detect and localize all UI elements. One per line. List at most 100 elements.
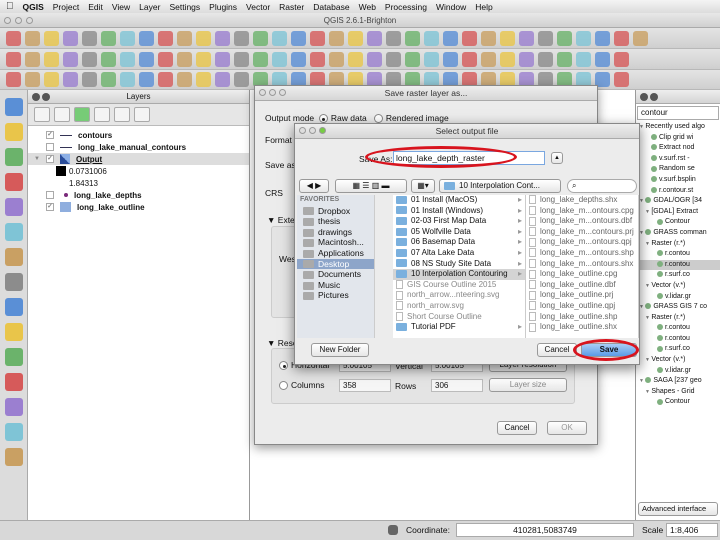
favorite-macintosh[interactable]: Macintosh... — [297, 237, 374, 248]
menu-database[interactable]: Database — [313, 2, 349, 12]
menu-window[interactable]: Window — [436, 2, 466, 12]
layer-size-button[interactable]: Layer size — [489, 378, 567, 392]
render-toggle-icon[interactable] — [388, 525, 398, 535]
provider-group[interactable]: ▼ Vector (v.*) — [636, 355, 720, 366]
toolbar-tool-icon[interactable] — [595, 51, 610, 67]
close-panel-icon[interactable] — [32, 93, 40, 101]
location-popup[interactable]: 10 Interpolation Cont... — [439, 179, 561, 193]
horizontal-radio[interactable] — [279, 361, 288, 371]
zoom-window-button[interactable] — [26, 17, 33, 24]
raw-data-radio[interactable] — [318, 114, 328, 124]
toolbar-tool-icon[interactable] — [44, 51, 59, 67]
file-list-item[interactable]: long_lake_outline.dbf — [526, 280, 638, 291]
folder-list-item[interactable]: 06 Basemap Data ▸ — [393, 237, 525, 248]
toolbar-tool-icon[interactable] — [557, 30, 572, 46]
toolbar-tool-icon[interactable] — [6, 30, 21, 46]
folder-list-item[interactable]: 01 Install (MacOS) ▸ — [393, 195, 525, 206]
toolbar-tool-icon[interactable] — [367, 30, 382, 46]
toolbar-tool-icon[interactable] — [158, 51, 173, 67]
toolbar-tool-icon[interactable] — [272, 30, 287, 46]
menu-plugins[interactable]: Plugins — [209, 2, 237, 12]
toolbar-tool-icon[interactable] — [253, 51, 268, 67]
folder-list-item[interactable]: 10 Interpolation Contouring ▸ — [393, 269, 525, 280]
toolbar-tool-icon[interactable] — [44, 30, 59, 46]
add-mssql-layer-icon[interactable] — [4, 198, 23, 216]
toolbar-tool-icon[interactable] — [196, 51, 211, 67]
file-list-item[interactable]: long_lake_depths.shx — [526, 195, 638, 206]
expand-all-icon[interactable] — [94, 107, 110, 122]
toolbar-tool-icon[interactable] — [196, 72, 211, 87]
layer-visibility-checkbox[interactable] — [46, 191, 54, 199]
expand-arrow-icon[interactable]: ▼ — [34, 156, 40, 162]
toolbar-tool-icon[interactable] — [500, 30, 515, 46]
favorite-applications[interactable]: Applications — [297, 248, 374, 259]
toolbar-tool-icon[interactable] — [63, 51, 78, 67]
toolbar-tool-icon[interactable] — [329, 51, 344, 67]
search-input[interactable]: ⌕ — [567, 179, 637, 193]
toolbar-tool-icon[interactable] — [158, 72, 173, 87]
toolbar-tool-icon[interactable] — [177, 51, 192, 67]
folder-list-item[interactable]: 01 Install (Windows) ▸ — [393, 206, 525, 217]
add-oracle-layer-icon[interactable] — [4, 398, 23, 416]
algorithm-item[interactable]: v.lidar.gr — [636, 366, 720, 377]
toolbar-tool-icon[interactable] — [234, 51, 249, 67]
provider-group[interactable]: ▼ Raster (r.*) — [636, 239, 720, 250]
favorite-music[interactable]: Music — [297, 280, 374, 291]
toolbar-tool-icon[interactable] — [101, 30, 116, 46]
folder-list-item[interactable]: 02-03 First Map Data ▸ — [393, 216, 525, 227]
menu-qgis[interactable]: QGIS — [23, 2, 44, 12]
toolbar-tool-icon[interactable] — [101, 72, 116, 87]
toolbar-tool-icon[interactable] — [633, 30, 648, 46]
toolbar-tool-icon[interactable] — [348, 51, 363, 67]
layer-visibility-checkbox[interactable] — [46, 143, 54, 151]
toolbar-tool-icon[interactable] — [443, 30, 458, 46]
layer-visibility-checkbox[interactable]: ✓ — [46, 203, 54, 211]
algorithm-item[interactable]: Contour — [636, 217, 720, 228]
file-list-item[interactable]: long_lake_m...contours.prj — [526, 227, 638, 238]
advanced-interface-button[interactable]: Advanced interface — [638, 502, 718, 516]
float-panel-icon[interactable] — [42, 93, 50, 101]
layer-item[interactable]: long_lake_manual_contours — [28, 141, 249, 153]
collapse-browser-button[interactable]: ▲ — [551, 152, 563, 164]
new-shapefile-icon[interactable] — [4, 348, 23, 366]
provider-group[interactable]: ▼ Recently used algo — [636, 122, 720, 133]
file-list-item[interactable]: long_lake_m...ontours.shp — [526, 248, 638, 259]
cancel-button[interactable]: Cancel — [537, 343, 577, 357]
apple-icon[interactable]:  — [6, 1, 14, 12]
add-wms-layer-icon[interactable] — [4, 223, 23, 241]
toolbar-tool-icon[interactable] — [329, 30, 344, 46]
rendered-image-radio[interactable] — [373, 114, 383, 124]
toolbar-tool-icon[interactable] — [25, 72, 40, 87]
menu-layer[interactable]: Layer — [139, 2, 160, 12]
arrange-menu-button[interactable]: ▦▾ — [411, 179, 435, 193]
menu-web[interactable]: Web — [359, 2, 376, 12]
file-list-item[interactable]: long_lake_outline.shp — [526, 312, 638, 323]
toolbar-tool-icon[interactable] — [576, 51, 591, 67]
layer-item[interactable]: long_lake_depths — [28, 189, 249, 201]
toolbar-tool-icon[interactable] — [310, 30, 325, 46]
toolbar-tool-icon[interactable] — [6, 51, 21, 67]
add-postgis-layer-icon[interactable] — [4, 148, 23, 166]
gps-tools-icon[interactable] — [4, 423, 23, 441]
toolbar-tool-icon[interactable] — [348, 30, 363, 46]
folder-list-item[interactable]: north_arrow...nteering.svg — [393, 290, 525, 301]
toolbar-tool-icon[interactable] — [386, 51, 401, 67]
toolbar-tool-icon[interactable] — [462, 30, 477, 46]
algorithm-item[interactable]: r.contour.st — [636, 186, 720, 197]
algorithm-item[interactable]: v.surf.rst - — [636, 154, 720, 165]
favorite-pictures[interactable]: Pictures — [297, 290, 374, 301]
toolbar-tool-icon[interactable] — [576, 30, 591, 46]
new-spatialite-icon[interactable] — [4, 373, 23, 391]
toolbar-tool-icon[interactable] — [405, 30, 420, 46]
float-panel-icon[interactable] — [650, 93, 658, 101]
scale-combobox[interactable]: 1:8,406 — [666, 523, 718, 537]
toolbar-tool-icon[interactable] — [120, 72, 135, 87]
toolbar-tool-icon[interactable] — [272, 51, 287, 67]
toolbar-tool-icon[interactable] — [538, 51, 553, 67]
menu-help[interactable]: Help — [475, 2, 492, 12]
cancel-button[interactable]: Cancel — [497, 421, 537, 435]
folder-list-item[interactable]: GIS Course Outline 2015 — [393, 280, 525, 291]
favorite-thesis[interactable]: thesis — [297, 216, 374, 227]
provider-group[interactable]: ▼ [GDAL] Extract — [636, 207, 720, 218]
favorite-desktop[interactable]: Desktop — [297, 258, 374, 270]
